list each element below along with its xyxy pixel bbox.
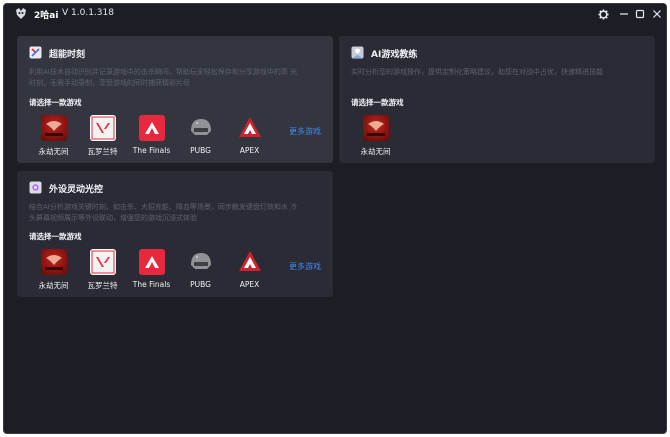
- game-pubg[interactable]: PUBG: [176, 249, 225, 291]
- naraka-icon: [40, 249, 67, 275]
- card-description-line: 利用AI技术自动识别并记录游戏中的击杀瞬间，帮助玩家轻松保存和分享游戏中的高 光: [29, 68, 298, 76]
- more-games-link[interactable]: 更多游戏: [289, 126, 321, 137]
- lighting-control-icon: [29, 181, 42, 194]
- game-pubg[interactable]: PUBG: [176, 115, 225, 157]
- more-games-link[interactable]: 更多游戏: [289, 261, 321, 272]
- naraka-icon: [40, 115, 67, 141]
- select-game-prompt: 请选择一款游戏: [29, 98, 82, 107]
- valorant-icon: [89, 249, 116, 275]
- select-game-prompt: 请选择一款游戏: [351, 98, 404, 107]
- select-game-prompt: 请选择一款游戏: [29, 232, 82, 241]
- highlight-clip-icon: [29, 46, 42, 59]
- game-apex[interactable]: APEX: [225, 249, 274, 291]
- game-label: 永劫无间: [360, 147, 391, 156]
- game-the-finals[interactable]: The Finals: [127, 249, 176, 291]
- the-finals-icon: [138, 249, 165, 275]
- game-naraka[interactable]: 永劫无间: [29, 115, 78, 157]
- apex-icon: [237, 249, 263, 275]
- close-icon: [653, 10, 661, 18]
- app-logo-icon: [16, 8, 26, 19]
- game-the-finals[interactable]: The Finals: [127, 115, 176, 157]
- game-valorant[interactable]: 瓦罗兰特: [78, 115, 127, 157]
- pubg-helmet-icon: [188, 115, 214, 141]
- valorant-icon: [89, 115, 116, 141]
- gear-icon: [597, 8, 609, 20]
- pubg-helmet-icon: [188, 249, 214, 275]
- card-description: 实时分析您的游戏操作，提供定制化策略建议，助您在对战中占优，快速精进技能: [351, 67, 603, 78]
- card-title: 超能时刻: [49, 50, 86, 60]
- game-valorant[interactable]: 瓦罗兰特: [78, 249, 127, 291]
- game-label: PUBG: [190, 280, 211, 289]
- the-finals-icon: [138, 115, 165, 141]
- highlight-moments-card[interactable]: 超能时刻 利用AI技术自动识别并记录游戏中的击杀瞬间，帮助玩家轻松保存和分享游戏…: [17, 36, 333, 163]
- app-name: 2哈ai: [34, 11, 59, 21]
- game-label: PUBG: [190, 146, 211, 155]
- ai-coach-icon: [351, 46, 364, 59]
- card-description-line: 实时分析您的游戏操作，提供定制化策略建议，助您在对战中占优，快速精进技能: [351, 68, 603, 76]
- card-description: 利用AI技术自动识别并记录游戏中的击杀瞬间，帮助玩家轻松保存和分享游戏中的高 光…: [29, 67, 297, 89]
- game-list: 永劫无间 瓦罗兰特 The Finals PUBG APEX: [29, 249, 274, 291]
- game-label: APEX: [239, 280, 260, 289]
- game-apex[interactable]: APEX: [225, 115, 274, 157]
- maximize-icon: [635, 9, 645, 19]
- card-description-line: 头屏幕视频展示等外设联动，增强您的游戏沉浸式体验: [29, 214, 197, 222]
- game-label: 瓦罗兰特: [87, 281, 118, 290]
- close-button[interactable]: [649, 6, 665, 22]
- card-title: AI游戏教练: [371, 50, 418, 60]
- ai-coach-card[interactable]: AI游戏教练 实时分析您的游戏操作，提供定制化策略建议，助您在对战中占优，快速精…: [339, 36, 655, 163]
- game-list: 永劫无间 瓦罗兰特 The Finals PUBG APEX: [29, 115, 274, 157]
- card-description-line: 时刻，无需手动录制，享受游戏的同时捕获精彩片段: [29, 79, 190, 87]
- apex-icon: [237, 115, 263, 141]
- game-list: 永劫无间: [351, 115, 400, 157]
- peripheral-lighting-card[interactable]: 外设灵动光控 结合AI分析游戏关键时刻，如击杀、大招充能、障血等场景，同步触发键…: [17, 171, 333, 297]
- minimize-icon: [620, 13, 628, 15]
- game-label: 永劫无间: [38, 281, 69, 290]
- game-label: 永劫无间: [38, 147, 69, 156]
- game-label: The Finals: [132, 280, 171, 289]
- game-naraka[interactable]: 永劫无间: [351, 115, 400, 157]
- settings-button[interactable]: [595, 6, 611, 22]
- game-label: The Finals: [132, 146, 171, 155]
- maximize-button[interactable]: [632, 6, 648, 22]
- app-version: V 1.0.1.318: [62, 8, 114, 18]
- game-naraka[interactable]: 永劫无间: [29, 249, 78, 291]
- naraka-icon: [362, 115, 389, 141]
- game-label: APEX: [239, 146, 260, 155]
- game-label: 瓦罗兰特: [87, 147, 118, 156]
- card-description: 结合AI分析游戏关键时刻，如击杀、大招充能、障血等场景，同步触发键盘灯效和水 冷…: [29, 202, 297, 224]
- app-window: 2哈ai V 1.0.1.318 超能时刻 利用AI技术自动识别并记录游戏中的击…: [3, 3, 667, 434]
- title-bar: 2哈ai V 1.0.1.318: [4, 4, 666, 24]
- card-description-line: 结合AI分析游戏关键时刻，如击杀、大招充能、障血等场景，同步触发键盘灯效和水 冷: [29, 203, 298, 211]
- card-title: 外设灵动光控: [49, 185, 104, 195]
- minimize-button[interactable]: [616, 6, 632, 22]
